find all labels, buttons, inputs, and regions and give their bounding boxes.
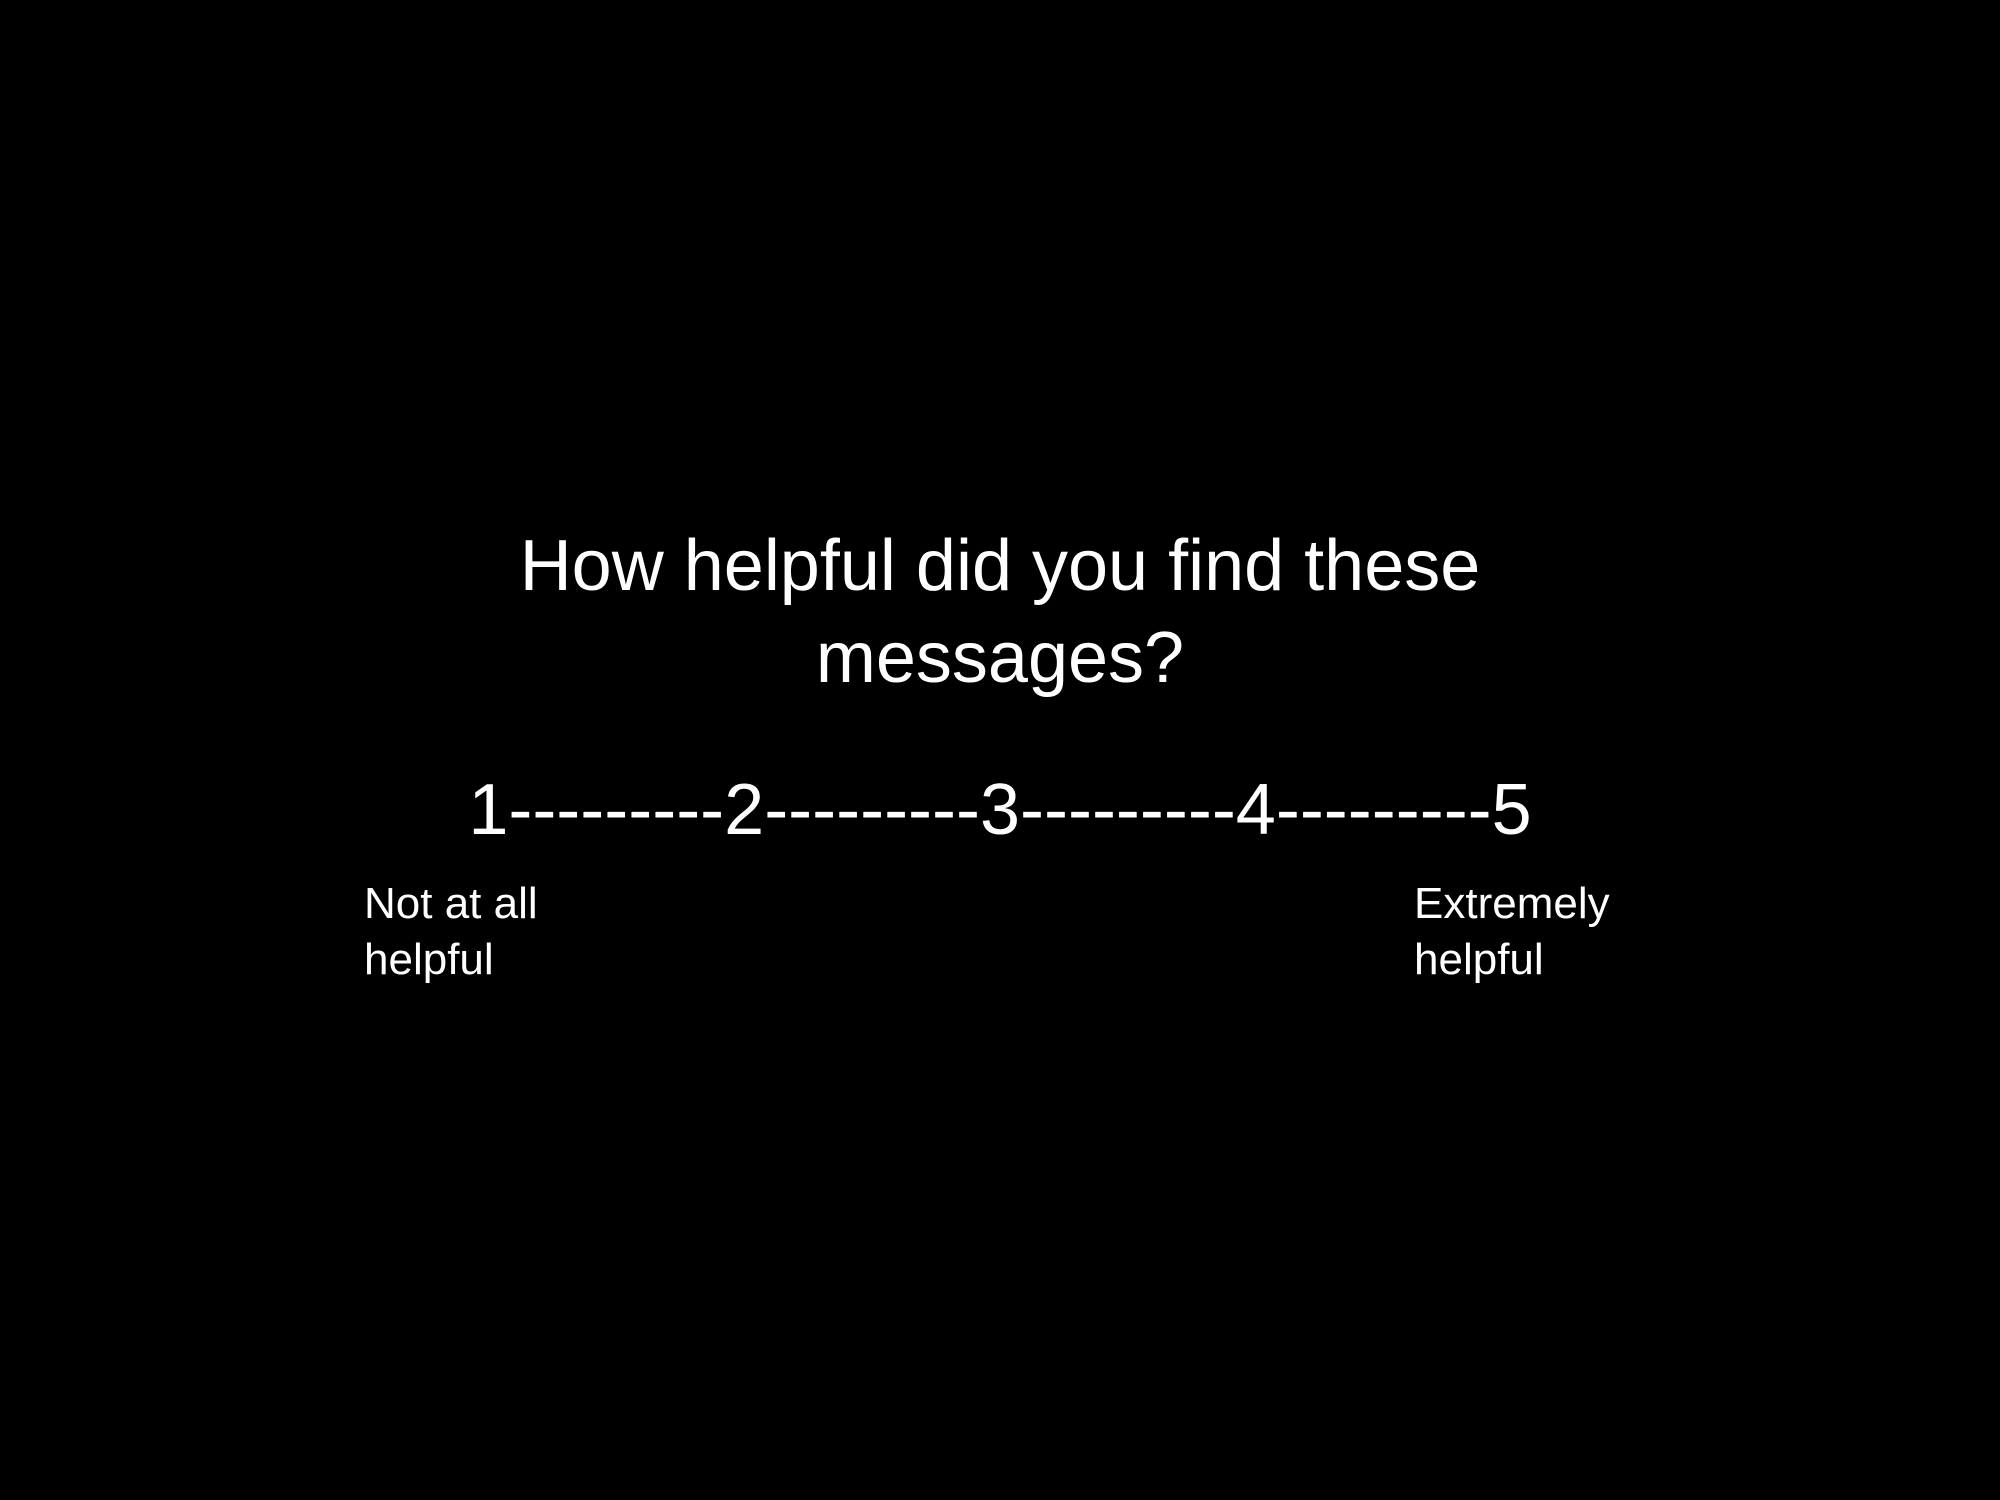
question-text: How helpful did you find these messages? xyxy=(519,526,1481,698)
survey-slide: How helpful did you find these messages?… xyxy=(0,0,2000,1500)
scale-high-anchor-label: Extremely helpful xyxy=(1414,879,1610,984)
rating-scale: 1---------2---------3---------4---------… xyxy=(468,770,1532,850)
scale-low-anchor-label: Not at all helpful xyxy=(364,879,538,984)
